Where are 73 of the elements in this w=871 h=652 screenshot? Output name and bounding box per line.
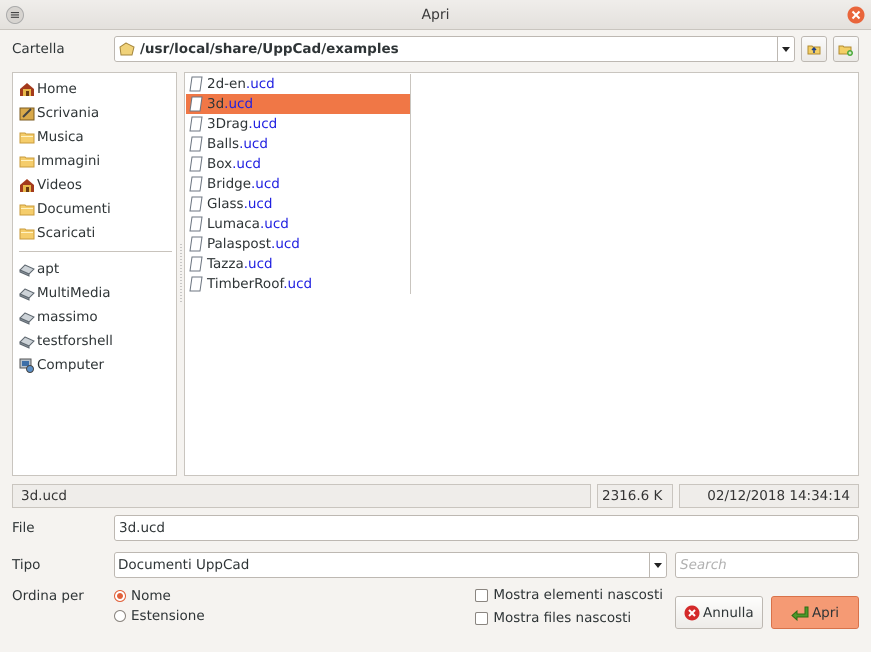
cancel-icon [684,604,700,620]
desk-icon [19,105,35,121]
file-item[interactable]: Bridge.ucd [186,174,410,194]
document-icon [189,176,203,192]
sidebar-item[interactable]: Musica [19,125,176,149]
sidebar-item[interactable]: Documenti [19,197,176,221]
selected-file-name: 3d.ucd [12,484,591,508]
file-item[interactable]: Glass.ucd [186,194,410,214]
sidebar-item[interactable]: Immagini [19,149,176,173]
sidebar-item[interactable]: Home [19,77,176,101]
file-item[interactable]: TimberRoof.ucd [186,274,410,294]
parent-folder-button[interactable] [801,36,827,62]
file-label: File [12,520,36,536]
file-item[interactable]: Balls.ucd [186,134,410,154]
radio-button[interactable] [114,590,126,602]
sidebar-item[interactable]: MultiMedia [19,281,176,305]
radio-label: Nome [131,588,171,604]
file-item[interactable]: Palaspost.ucd [186,234,410,254]
house-icon [19,177,35,193]
document-icon [189,116,203,132]
type-label: Tipo [12,557,42,573]
sort-label: Ordina per [12,588,85,606]
open-button[interactable]: Apri [771,596,859,629]
file-item[interactable]: Box.ucd [186,154,410,174]
file-item[interactable]: Lumaca.ucd [186,214,410,234]
sidebar-item[interactable]: Scrivania [19,101,176,125]
file-name-field[interactable]: 3d.ucd [114,515,859,541]
file-item[interactable]: Tazza.ucd [186,254,410,274]
file-item[interactable]: 3d.ucd [186,94,410,114]
menu-button[interactable]: ≡ [6,6,24,24]
sort-option[interactable]: Estensione [114,608,205,624]
file-item[interactable]: 2d-en.ucd [186,74,410,94]
checkbox[interactable] [475,588,488,602]
cancel-button[interactable]: Annulla [675,596,763,629]
window-title: Apri [420,6,451,22]
radio-button[interactable] [114,610,126,622]
search-field[interactable]: Search [675,552,859,578]
document-icon [189,156,203,172]
sidebar-item[interactable]: apt [19,257,176,281]
sidebar-item[interactable]: Computer [19,353,176,377]
sort-option[interactable]: Nome [114,588,205,604]
document-icon [189,236,203,252]
new-folder-button[interactable] [833,36,859,62]
file-date: 02/12/2018 14:34:14 [679,484,859,508]
checkbox[interactable] [475,612,488,624]
house-icon [19,81,35,97]
document-icon [189,196,203,212]
enter-arrow-icon [790,604,809,620]
sidebar-item[interactable]: Videos [19,173,176,197]
folder-icon [118,41,136,57]
checkbox-label: Mostra elementi nascosti [493,587,663,603]
sidebar-item[interactable]: massimo [19,305,176,329]
document-icon [189,136,203,152]
folder-up-icon [807,43,821,55]
document-icon [189,76,203,92]
document-icon [189,216,203,232]
type-dropdown[interactable]: Documenti UppCad [114,552,667,578]
close-icon[interactable] [847,6,865,24]
folder-label: Cartella [12,41,66,57]
folder-plus-icon [838,42,854,56]
document-icon [189,256,203,272]
document-icon [189,276,203,292]
sidebar-item[interactable]: testforshell [19,329,176,353]
caret-icon [654,562,662,568]
sidebar-item[interactable]: Scaricati [19,221,176,245]
radio-label: Estensione [131,608,205,624]
computer-icon [19,357,35,373]
document-icon [189,96,203,112]
checkbox-label: Mostra files nascosti [493,610,632,626]
file-size: 2316.6 K [597,484,673,508]
folder-dropdown[interactable]: /usr/local/share/UppCad/examples [114,36,795,62]
caret-icon [782,46,790,52]
file-item[interactable]: 3Drag.ucd [186,114,410,134]
